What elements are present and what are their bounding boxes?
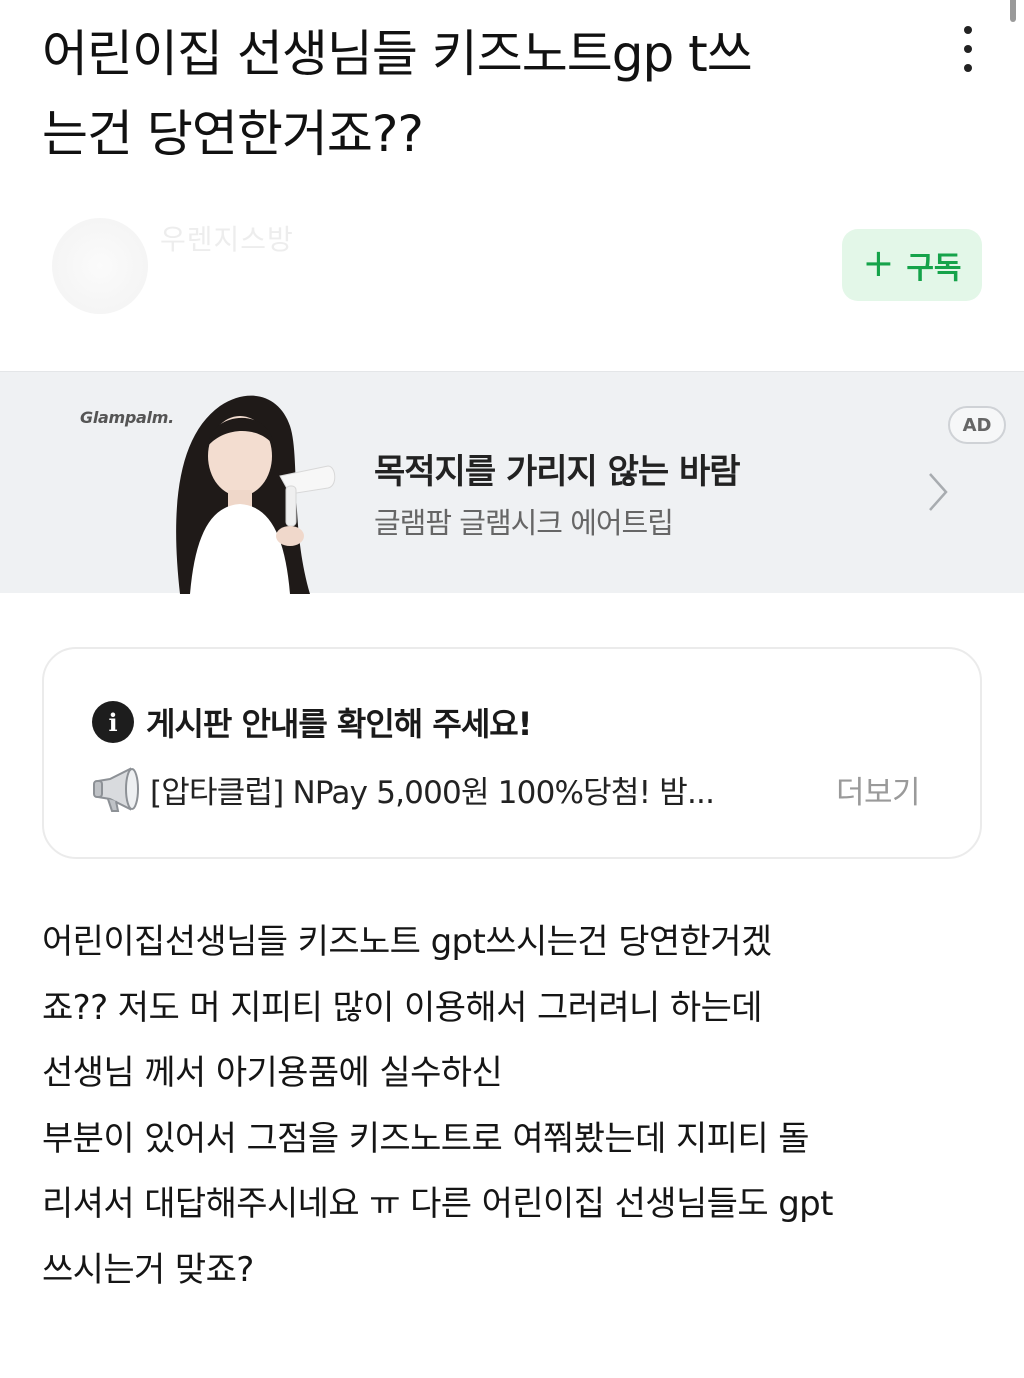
plus-icon: + <box>862 241 895 285</box>
ad-subtitle: 글램팜 글램시크 에어트립 <box>374 506 674 540</box>
body-line: 리셔서 대답해주시네요 ㅠ 다른 어린이집 선생님들도 gpt <box>42 1184 834 1224</box>
info-icon: i <box>92 701 134 743</box>
post-body: 어린이집선생님들 키즈노트 gpt쓰시는건 당연한거겠 죠?? 저도 머 지피티… <box>42 910 992 1303</box>
megaphone-icon <box>93 767 139 812</box>
ad-banner[interactable]: Glampalm. 목적지를 가리지 않는 바람 글램팜 글램시크 에어트립 A… <box>0 371 1024 594</box>
body-line: 부분이 있어서 그점을 키즈노트로 여쭤봤는데 지피티 돌 <box>42 1118 809 1159</box>
ad-model-image <box>176 395 336 594</box>
chevron-right-icon[interactable] <box>924 470 952 514</box>
page-title: 어린이집 선생님들 키즈노트gp t쓰 는건 당연한거죠?? <box>42 14 902 174</box>
body-line: 쓰시는거 맞죠? <box>42 1249 254 1290</box>
title-line: 어린이집 선생님들 키즈노트gp t쓰 <box>42 25 753 83</box>
more-vertical-icon <box>964 26 972 34</box>
body-line: 선생님 께서 아기용품에 실수하신 <box>42 1053 503 1093</box>
notice-item[interactable]: [압타클럽] NPay 5,000원 100%당첨! 밤... 더보기 <box>92 765 942 813</box>
scrollbar[interactable] <box>1010 0 1016 22</box>
title-line: 는건 당연한거죠?? <box>42 105 424 163</box>
subscribe-label: 구독 <box>906 251 962 286</box>
body-line: 죠?? 저도 머 지피티 많이 이용해서 그러려니 하는데 <box>42 987 763 1028</box>
more-link[interactable]: 더보기 <box>836 767 921 812</box>
notice-header: i 게시판 안내를 확인해 주세요! <box>92 699 532 745</box>
author-row[interactable]: 우렌지스방 <box>42 210 802 320</box>
subscribe-button[interactable]: + 구독 <box>842 229 982 301</box>
ad-headline: 목적지를 가리지 않는 바람 <box>374 452 741 492</box>
board-notice-card[interactable]: i 게시판 안내를 확인해 주세요! [압타클럽] NPay 5,000원 10… <box>42 647 982 859</box>
ad-badge[interactable]: AD <box>948 406 1006 444</box>
post-page: 어린이집 선생님들 키즈노트gp t쓰 는건 당연한거죠?? 우렌지스방 + 구… <box>0 0 1024 1378</box>
body-line: 어린이집선생님들 키즈노트 gpt쓰시는건 당연한거겠 <box>42 922 772 962</box>
notice-title: 게시판 안내를 확인해 주세요! <box>146 705 532 743</box>
more-options-button[interactable] <box>956 26 980 72</box>
avatar[interactable] <box>52 218 148 314</box>
author-name[interactable]: 우렌지스방 <box>160 218 294 258</box>
notice-item-text: [압타클럽] NPay 5,000원 100%당첨! 밤... <box>150 774 715 811</box>
